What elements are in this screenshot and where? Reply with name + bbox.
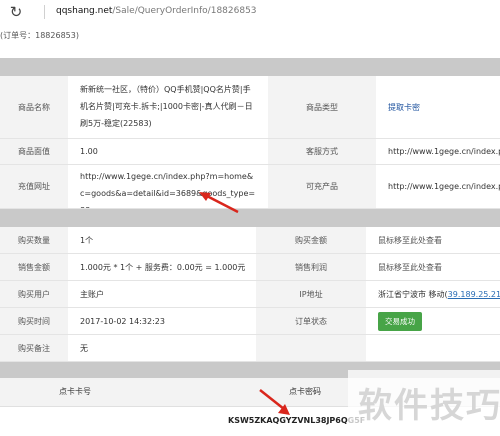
section-band-product (0, 58, 500, 76)
annotation-arrow-icon (259, 389, 290, 415)
time-value: 2017-10-02 14:32:23 (68, 308, 256, 334)
row-face-value: 商品面值 1.00 客服方式 http://www.1gege.cn/index… (0, 139, 500, 165)
address-bar: ↻ qqshang.net/Sale/QueryOrderInfo/188268… (0, 0, 500, 26)
order-number: (订单号：18826853) (0, 31, 79, 40)
section-band-purchase (0, 209, 500, 227)
note-empty-label (256, 335, 366, 361)
row-recharge-url: 充值网址 http://www.1gege.cn/index.php?m=hom… (0, 165, 500, 209)
product-type-label: 商品类型 (268, 76, 376, 138)
url-host: qqshang.net (56, 6, 113, 16)
note-value: 无 (68, 335, 256, 361)
rechargeable-value: http://www.1gege.cn/index.php?m (376, 165, 500, 208)
row-time: 购买时间 2017-10-02 14:32:23 订单状态 交易成功 (0, 308, 500, 335)
status-badge: 交易成功 (378, 311, 422, 331)
watermark-text: 软件技巧 (358, 386, 500, 426)
user-value: 主账户 (68, 281, 256, 307)
card-password-value[interactable]: KSW5ZKAQGYZVNL38JP6QG5F (228, 416, 365, 425)
user-label: 购买用户 (0, 281, 68, 307)
product-name-label: 商品名称 (0, 76, 68, 138)
amount-label: 购买金额 (256, 227, 366, 253)
product-name-value: 新新统一社区，（特价）QQ手机赞|QQ名片赞|手机名片赞|可充卡.拆卡;|100… (68, 76, 268, 138)
amount-value[interactable]: 鼠标移至此处查看 (366, 227, 500, 253)
reload-icon[interactable]: ↻ (8, 4, 24, 20)
profit-label: 销售利润 (256, 254, 366, 280)
sale-value: 1.000元 * 1个 + 服务费：0.00元 = 1.000元 (68, 254, 256, 280)
qty-label: 购买数量 (0, 227, 68, 253)
row-note: 购买备注 无 (0, 335, 500, 362)
profit-value[interactable]: 鼠标移至此处查看 (366, 254, 500, 280)
face-value-label: 商品面值 (0, 139, 68, 164)
ip-address-link[interactable]: 39.189.25.210 (448, 290, 500, 299)
extract-card-link[interactable]: 提取卡密 (388, 102, 420, 113)
row-quantity: 购买数量 1个 购买金额 鼠标移至此处查看 (0, 227, 500, 254)
url-path: /Sale/QueryOrderInfo/18826853 (112, 6, 257, 16)
face-value: 1.00 (68, 139, 268, 164)
service-label: 客服方式 (268, 139, 376, 164)
service-value: http://www.1gege.cn/index.php?m (376, 139, 500, 164)
row-user: 购买用户 主账户 IP地址 浙江省宁波市 移动(39.189.25.210) (0, 281, 500, 308)
qty-value: 1个 (68, 227, 256, 253)
recharge-url-label: 充值网址 (0, 165, 68, 208)
note-empty-value (366, 335, 500, 361)
row-sale-amount: 销售金额 1.000元 * 1个 + 服务费：0.00元 = 1.000元 销售… (0, 254, 500, 281)
status-label: 订单状态 (256, 308, 366, 334)
row-product-name: 商品名称 新新统一社区，（特价）QQ手机赞|QQ名片赞|手机名片赞|可充卡.拆卡… (0, 76, 500, 139)
url-field[interactable]: qqshang.net/Sale/QueryOrderInfo/18826853 (56, 6, 257, 16)
rechargeable-label: 可充产品 (268, 165, 376, 208)
ip-cell: 浙江省宁波市 移动(39.189.25.210) (366, 281, 500, 307)
sale-label: 销售金额 (0, 254, 68, 280)
address-divider (44, 5, 45, 19)
ip-location: 浙江省宁波市 移动( (378, 289, 448, 299)
card-number-header: 点卡卡号 (59, 387, 91, 396)
ip-label: IP地址 (256, 281, 366, 307)
annotation-arrow-icon (199, 192, 239, 214)
note-label: 购买备注 (0, 335, 68, 361)
watermark: 软件技巧 (348, 370, 500, 436)
time-label: 购买时间 (0, 308, 68, 334)
